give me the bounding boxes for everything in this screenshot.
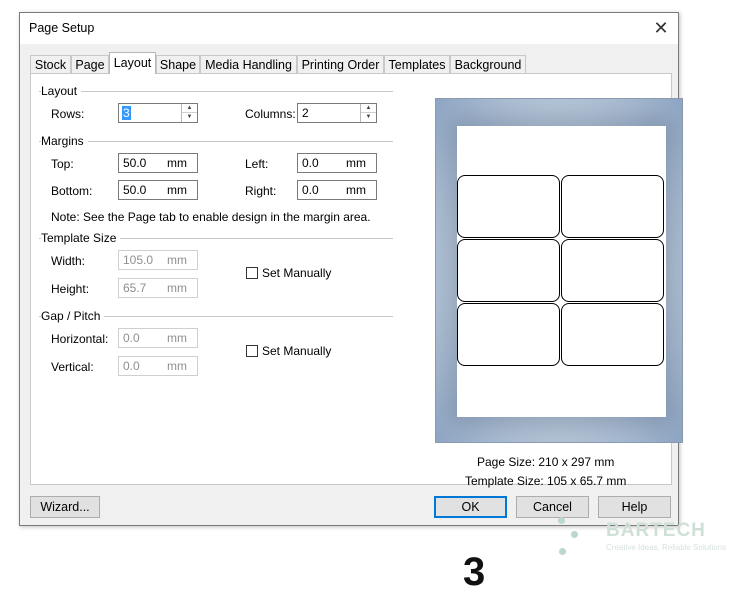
watermark-dot [558, 517, 565, 524]
tab-page[interactable]: Page [71, 55, 109, 73]
right-margin-label: Right: [245, 184, 277, 198]
preview-label [561, 175, 664, 238]
columns-value[interactable]: 2 [302, 106, 309, 120]
layout-panel: Layout Rows: 3 ▲ ▼ Columns: 2 ▲ ▼ Margin… [30, 73, 683, 488]
vertical-label: Vertical: [51, 360, 94, 374]
close-icon[interactable]: ✕ [650, 17, 672, 39]
set-manually-label[interactable]: Set Manually [262, 344, 331, 358]
watermark-brand: BARTECH [606, 520, 706, 541]
spin-up-icon[interactable]: ▲ [182, 104, 197, 113]
unit-label: mm [167, 156, 187, 170]
bartech-watermark: BARTECH Creative Ideas, Reliable Solutio… [556, 515, 754, 573]
rows-spin-arrows[interactable]: ▲ ▼ [181, 104, 197, 122]
columns-spin-arrows[interactable]: ▲ ▼ [360, 104, 376, 122]
columns-label: Columns: [245, 107, 296, 121]
page-setup-dialog: Page Setup ✕ Stock Page Layout Shape Med… [19, 12, 683, 526]
left-margin-field[interactable]: 0.0 mm [297, 153, 377, 173]
vertical-gap-value: 0.0 [123, 359, 140, 373]
margin-note: Note: See the Page tab to enable design … [51, 210, 371, 224]
watermark-tagline: Creative Ideas, Reliable Solutions [606, 543, 727, 552]
ok-button[interactable]: OK [434, 496, 507, 518]
width-value: 105.0 [123, 253, 154, 267]
vertical-gap-field[interactable]: 0.0 mm [118, 356, 198, 376]
layout-group-label: Layout [41, 84, 82, 98]
top-margin-field[interactable]: 50.0 mm [118, 153, 198, 173]
template-size-group-label: Template Size [41, 231, 121, 245]
top-margin-value: 50.0 [123, 156, 147, 170]
unit-label: mm [167, 183, 187, 197]
page-preview [435, 98, 683, 443]
gap-pitch-group-label: Gap / Pitch [41, 309, 105, 323]
wizard-button[interactable]: Wizard... [30, 496, 100, 518]
preview-label [457, 239, 560, 302]
tab-stock[interactable]: Stock [30, 55, 71, 73]
left-margin-label: Left: [245, 157, 269, 171]
preview-label [561, 303, 664, 366]
unit-label: mm [167, 281, 187, 295]
width-field[interactable]: 105.0 mm [118, 250, 198, 270]
layout-group-line [39, 91, 393, 92]
rows-label: Rows: [51, 107, 85, 121]
margins-group-line [39, 141, 393, 142]
unit-label: mm [346, 156, 366, 170]
set-manually-label[interactable]: Set Manually [262, 266, 331, 280]
spin-up-icon[interactable]: ▲ [361, 104, 376, 113]
preview-label [457, 303, 560, 366]
dialog-title: Page Setup [29, 21, 95, 35]
title-bar: Page Setup ✕ [20, 13, 678, 44]
checkbox-box[interactable] [246, 345, 258, 357]
bottom-margin-label: Bottom: [51, 184, 93, 198]
horizontal-gap-value: 0.0 [123, 331, 140, 345]
right-margin-value: 0.0 [302, 183, 319, 197]
columns-spinner[interactable]: 2 ▲ ▼ [297, 103, 377, 123]
tab-background[interactable]: Background [450, 55, 526, 73]
unit-label: mm [346, 183, 366, 197]
tab-layout[interactable]: Layout [109, 52, 156, 74]
unit-label: mm [167, 359, 187, 373]
width-label: Width: [51, 254, 86, 268]
height-label: Height: [51, 282, 90, 296]
bottom-margin-field[interactable]: 50.0 mm [118, 180, 198, 200]
horizontal-label: Horizontal: [51, 332, 109, 346]
bottom-margin-value: 50.0 [123, 183, 147, 197]
top-margin-label: Top: [51, 157, 74, 171]
unit-label: mm [167, 331, 187, 345]
height-field[interactable]: 65.7 mm [118, 278, 198, 298]
watermark-dot [571, 531, 578, 538]
checkbox-box[interactable] [246, 267, 258, 279]
tab-printing-order[interactable]: Printing Order [297, 55, 384, 73]
preview-label [457, 175, 560, 238]
tab-media-handling[interactable]: Media Handling [200, 55, 297, 73]
left-margin-value: 0.0 [302, 156, 319, 170]
margins-group-label: Margins [41, 134, 88, 148]
tab-shape[interactable]: Shape [156, 55, 200, 73]
right-margin-field[interactable]: 0.0 mm [297, 180, 377, 200]
preview-paper [457, 126, 666, 417]
horizontal-gap-field[interactable]: 0.0 mm [118, 328, 198, 348]
template-size-info: Template Size: 105 x 65.7 mm [465, 474, 627, 488]
tab-templates[interactable]: Templates [384, 55, 450, 73]
height-value: 65.7 [123, 281, 147, 295]
spin-down-icon[interactable]: ▼ [361, 113, 376, 122]
rows-value[interactable]: 3 [122, 106, 131, 120]
unit-label: mm [167, 253, 187, 267]
preview-label [561, 239, 664, 302]
watermark-dot [559, 548, 566, 555]
page-size-info: Page Size: 210 x 297 mm [477, 455, 615, 469]
spin-down-icon[interactable]: ▼ [182, 113, 197, 122]
rows-spinner[interactable]: 3 ▲ ▼ [118, 103, 198, 123]
